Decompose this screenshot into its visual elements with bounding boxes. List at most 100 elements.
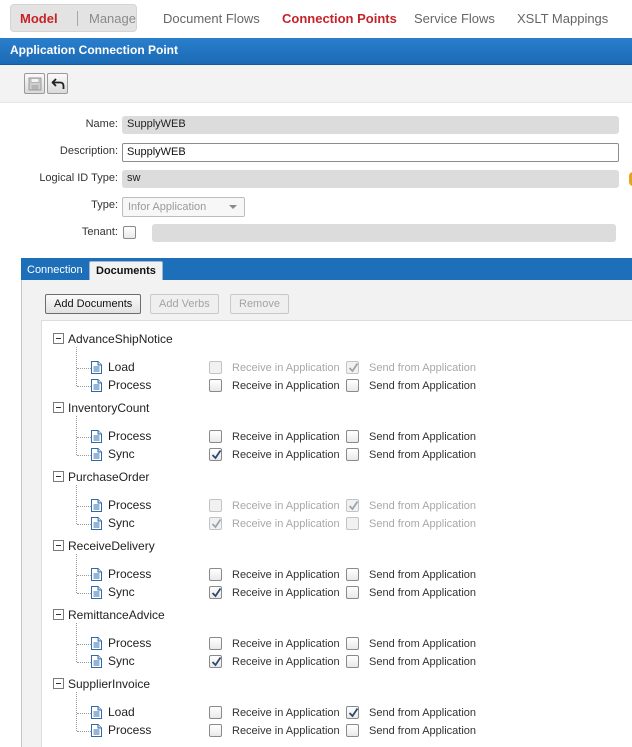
- nav-connection-points[interactable]: Connection Points: [282, 11, 397, 26]
- receive-in-application-label: Receive in Application: [232, 449, 340, 461]
- receive-in-application-checkbox[interactable]: [209, 637, 222, 650]
- name-label: Name:: [85, 118, 118, 130]
- collapse-toggle-icon[interactable]: [53, 471, 64, 482]
- undo-icon: [51, 78, 65, 89]
- checkmark-icon: [211, 450, 222, 460]
- receive-in-application-checkbox[interactable]: [209, 724, 222, 737]
- send-from-application-checkbox[interactable]: [346, 379, 359, 392]
- verb-label: Sync: [108, 447, 135, 461]
- description-input[interactable]: SupplyWEB: [122, 143, 619, 162]
- collapse-toggle-icon[interactable]: [53, 609, 64, 620]
- collapse-toggle-icon[interactable]: [53, 540, 64, 551]
- tenant-label: Tenant:: [81, 226, 118, 238]
- receive-in-application-label: Receive in Application: [232, 656, 340, 668]
- tree-connector: [76, 416, 77, 455]
- tree-connector: [77, 593, 91, 594]
- document-icon: [91, 655, 102, 668]
- description-label: Description:: [59, 145, 118, 157]
- send-from-application-checkbox[interactable]: [346, 724, 359, 737]
- receive-in-application-checkbox[interactable]: [209, 586, 222, 599]
- document-icon: [91, 637, 102, 650]
- top-navigation: Model Manage Document Flows Connection P…: [0, 0, 632, 37]
- checkmark-icon: [348, 708, 359, 718]
- tree-connector: [76, 554, 77, 593]
- nav-xslt-mappings[interactable]: XSLT Mappings: [517, 11, 608, 26]
- document-group-label: PurchaseOrder: [68, 470, 150, 484]
- verb-label: Sync: [108, 516, 135, 530]
- send-from-application-checkbox[interactable]: [346, 655, 359, 668]
- nav-service-flows[interactable]: Service Flows: [414, 11, 495, 26]
- send-from-application-checkbox[interactable]: [346, 430, 359, 443]
- verb-label: Process: [108, 636, 152, 650]
- name-field: SupplyWEB: [122, 116, 619, 134]
- save-icon: [28, 77, 42, 91]
- receive-in-application-checkbox[interactable]: [209, 655, 222, 668]
- document-icon: [91, 586, 102, 599]
- type-select-value: Infor Application: [128, 201, 207, 213]
- tree-connector: [76, 347, 77, 386]
- receive-in-application-label: Receive in Application: [232, 380, 340, 392]
- send-from-application-checkbox[interactable]: [346, 568, 359, 581]
- send-from-application-checkbox[interactable]: [346, 637, 359, 650]
- receive-in-application-label: Receive in Application: [232, 569, 340, 581]
- collapse-toggle-icon[interactable]: [53, 333, 64, 344]
- tree-connector: [77, 455, 91, 456]
- add-documents-button[interactable]: Add Documents: [45, 294, 142, 314]
- receive-in-application-label: Receive in Application: [232, 587, 340, 599]
- model-toggle[interactable]: Model: [20, 11, 58, 26]
- tree-connector: [77, 506, 91, 507]
- send-from-application-label: Send from Application: [369, 638, 477, 650]
- tree-connector: [77, 386, 91, 387]
- collapse-toggle-icon[interactable]: [53, 402, 64, 413]
- manage-toggle[interactable]: Manage: [89, 11, 136, 26]
- undo-button[interactable]: [47, 73, 68, 94]
- collapse-toggle-icon[interactable]: [53, 678, 64, 689]
- page-title: Application Connection Point: [0, 38, 632, 65]
- document-group-label: RemittanceAdvice: [68, 608, 165, 622]
- receive-in-application-checkbox[interactable]: [209, 430, 222, 443]
- remove-button[interactable]: Remove: [230, 294, 289, 314]
- save-button[interactable]: [24, 73, 45, 94]
- document-icon: [91, 568, 102, 581]
- send-from-application-checkbox[interactable]: [346, 448, 359, 461]
- add-verbs-button[interactable]: Add Verbs: [150, 294, 219, 314]
- tree-connector: [76, 623, 77, 662]
- checkmark-icon: [348, 501, 359, 511]
- tree-connector: [77, 368, 91, 369]
- tab-bar: Connection Documents: [21, 258, 632, 280]
- send-from-application-checkbox[interactable]: [346, 706, 359, 719]
- document-icon: [91, 724, 102, 737]
- send-from-application-label: Send from Application: [369, 587, 477, 599]
- receive-in-application-checkbox[interactable]: [209, 706, 222, 719]
- tenant-field: [152, 224, 616, 242]
- document-group-label: ReceiveDelivery: [68, 539, 155, 553]
- tree-connector: [76, 692, 77, 731]
- receive-in-application-checkbox[interactable]: [209, 379, 222, 392]
- verb-label: Load: [108, 705, 135, 719]
- tenant-checkbox[interactable]: [123, 226, 136, 239]
- type-label: Type:: [91, 199, 118, 211]
- nav-document-flows[interactable]: Document Flows: [163, 11, 260, 26]
- receive-in-application-label: Receive in Application: [232, 500, 340, 512]
- document-icon: [91, 517, 102, 530]
- receive-in-application-checkbox[interactable]: [209, 568, 222, 581]
- verb-label: Load: [108, 360, 135, 374]
- tree-connector: [76, 485, 77, 524]
- tree-connector: [77, 524, 91, 525]
- tree-connector: [77, 731, 91, 732]
- send-from-application-label: Send from Application: [369, 500, 477, 512]
- send-from-application-label: Send from Application: [369, 569, 477, 581]
- receive-in-application-label: Receive in Application: [232, 707, 340, 719]
- verb-label: Process: [108, 498, 152, 512]
- checkmark-icon: [211, 588, 222, 598]
- receive-in-application-checkbox: [209, 517, 222, 530]
- send-from-application-checkbox[interactable]: [346, 586, 359, 599]
- receive-in-application-checkbox[interactable]: [209, 448, 222, 461]
- checkmark-icon: [211, 519, 222, 529]
- tab-documents[interactable]: Documents: [89, 261, 163, 280]
- send-from-application-label: Send from Application: [369, 518, 477, 530]
- tab-connection[interactable]: Connection: [21, 261, 89, 280]
- send-from-application-label: Send from Application: [369, 707, 477, 719]
- receive-in-application-label: Receive in Application: [232, 725, 340, 737]
- receive-in-application-label: Receive in Application: [232, 638, 340, 650]
